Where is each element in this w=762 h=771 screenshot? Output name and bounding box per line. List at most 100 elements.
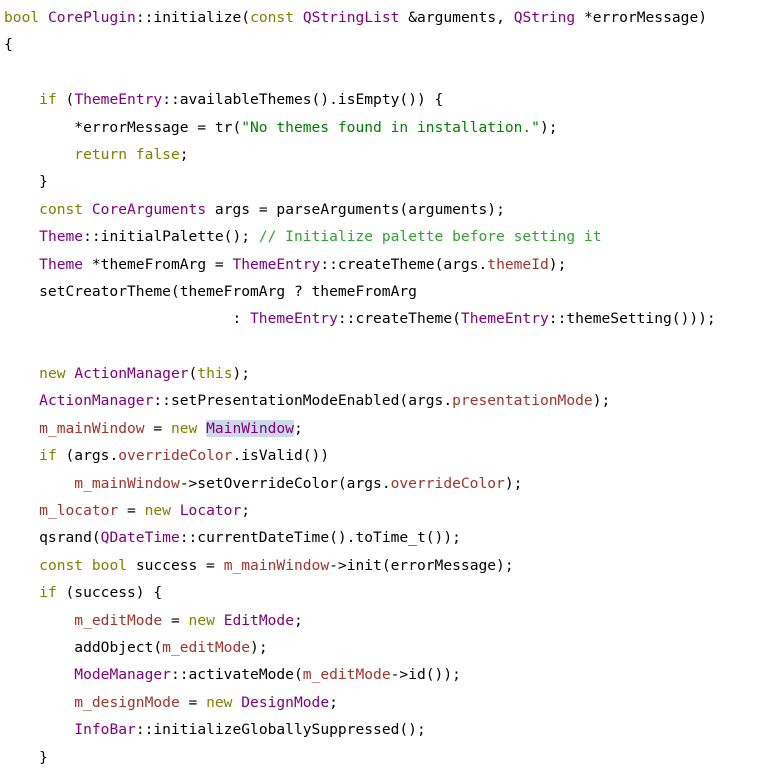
code-line[interactable]: } xyxy=(4,168,762,195)
code-token: ::createTheme(args. xyxy=(320,255,488,273)
code-line[interactable]: InfoBar::initializeGloballySuppressed(); xyxy=(4,716,762,743)
code-line[interactable]: addObject(m_editMode); xyxy=(4,634,762,661)
code-line[interactable] xyxy=(4,333,762,360)
code-token: (args. xyxy=(56,447,119,465)
code-line[interactable]: if (success) { xyxy=(4,579,762,606)
code-token: ThemeEntry xyxy=(232,255,321,273)
code-token: ActionManager xyxy=(74,365,189,383)
code-token: QStringList xyxy=(302,9,400,26)
code-token: QString xyxy=(513,9,576,26)
code-token: const bool xyxy=(39,556,128,574)
code-token: m_mainWindow xyxy=(223,556,330,574)
code-token: ->setOverrideColor(args. xyxy=(179,474,391,492)
code-token: ::initialPalette(); xyxy=(83,228,259,246)
code-token: ; xyxy=(293,419,303,437)
code-token: ThemeEntry xyxy=(460,310,549,328)
code-token: .isValid()) xyxy=(232,447,330,465)
code-token: ; xyxy=(241,502,251,520)
code-line[interactable]: m_mainWindow->setOverrideColor(args.over… xyxy=(4,470,762,497)
code-token: ModeManager xyxy=(74,666,171,684)
code-line[interactable]: m_designMode = new DesignMode; xyxy=(4,689,762,716)
code-line[interactable]: return false; xyxy=(4,141,762,168)
code-line[interactable]: Theme *themeFromArg = ThemeEntry::create… xyxy=(4,251,762,278)
code-token: EditMode xyxy=(223,611,294,629)
code-line[interactable]: bool CorePlugin::initialize(const QStrin… xyxy=(4,4,762,31)
code-line[interactable]: *errorMessage = tr("No themes found in i… xyxy=(4,114,762,141)
code-token: *errorMessage = tr( xyxy=(4,118,242,136)
code-token: ); xyxy=(539,118,558,136)
code-token: presentationMode xyxy=(452,392,593,410)
code-text-area[interactable]: bool CorePlugin::initialize(const QStrin… xyxy=(4,4,762,771)
code-line[interactable]: } xyxy=(4,744,762,771)
code-line[interactable]: m_editMode = new EditMode; xyxy=(4,607,762,634)
code-token: (success) { xyxy=(56,584,163,602)
code-token: bool xyxy=(4,9,40,26)
code-line[interactable]: m_locator = new Locator; xyxy=(4,497,762,524)
code-line[interactable]: Theme::initialPalette(); // Initialize p… xyxy=(4,223,762,250)
code-token: m_editMode xyxy=(302,666,391,684)
code-token: :: xyxy=(135,9,154,26)
code-token: ::activateMode( xyxy=(170,666,303,684)
code-editor-viewport[interactable]: bool CorePlugin::initialize(const QStrin… xyxy=(0,0,762,766)
code-token: // Initialize palette before setting it xyxy=(258,228,602,246)
code-line[interactable]: : ThemeEntry::createTheme(ThemeEntry::th… xyxy=(4,305,762,332)
code-token: this xyxy=(197,365,233,383)
code-token: ); xyxy=(504,474,523,492)
code-token: ThemeEntry xyxy=(250,310,338,328)
code-token: DesignMode xyxy=(241,693,330,711)
code-token: const xyxy=(250,9,295,26)
code-token: = xyxy=(179,693,207,711)
code-line[interactable]: qsrand(QDateTime::currentDateTime().toTi… xyxy=(4,524,762,551)
code-token: success = xyxy=(127,556,224,574)
code-token: = xyxy=(162,611,189,629)
code-token: setCreatorTheme(themeFromArg ? themeFrom… xyxy=(4,282,417,300)
code-token: args = parseArguments(arguments); xyxy=(206,200,505,218)
code-token: ( xyxy=(56,91,75,109)
code-line[interactable]: { xyxy=(4,31,762,58)
code-token: Theme xyxy=(39,255,84,273)
code-token: ; xyxy=(179,145,189,163)
code-line[interactable]: if (ThemeEntry::availableThemes().isEmpt… xyxy=(4,86,762,113)
code-token: : xyxy=(4,310,251,328)
code-token: } xyxy=(4,173,48,191)
code-token: ( xyxy=(241,9,251,26)
code-token: initialize xyxy=(153,9,242,26)
code-token: new xyxy=(170,419,198,437)
code-token: ::availableThemes().isEmpty()) { xyxy=(162,91,444,109)
code-line[interactable]: ModeManager::activateMode(m_editMode->id… xyxy=(4,661,762,688)
code-line[interactable]: setCreatorTheme(themeFromArg ? themeFrom… xyxy=(4,278,762,305)
code-line[interactable]: ActionManager::setPresentationModeEnable… xyxy=(4,387,762,414)
code-token: new xyxy=(188,611,215,629)
code-line[interactable]: m_mainWindow = new MainWindow; xyxy=(4,415,762,442)
code-token: m_mainWindow xyxy=(74,474,180,492)
code-line[interactable]: if (args.overrideColor.isValid()) xyxy=(4,442,762,469)
code-token: new xyxy=(144,502,171,520)
code-line[interactable]: new ActionManager(this); xyxy=(4,360,762,387)
code-token: &arguments, xyxy=(399,9,514,26)
code-token: ->id()); xyxy=(390,666,461,684)
code-token: InfoBar xyxy=(74,721,136,739)
code-token: if xyxy=(39,584,57,602)
code-token: "No themes found in installation." xyxy=(241,118,540,136)
code-token: m_mainWindow xyxy=(39,419,145,437)
code-line[interactable] xyxy=(4,59,762,86)
code-line[interactable]: const bool success = m_mainWindow->init(… xyxy=(4,552,762,579)
code-token: qsrand( xyxy=(4,529,101,547)
code-line[interactable]: const CoreArguments args = parseArgument… xyxy=(4,196,762,223)
